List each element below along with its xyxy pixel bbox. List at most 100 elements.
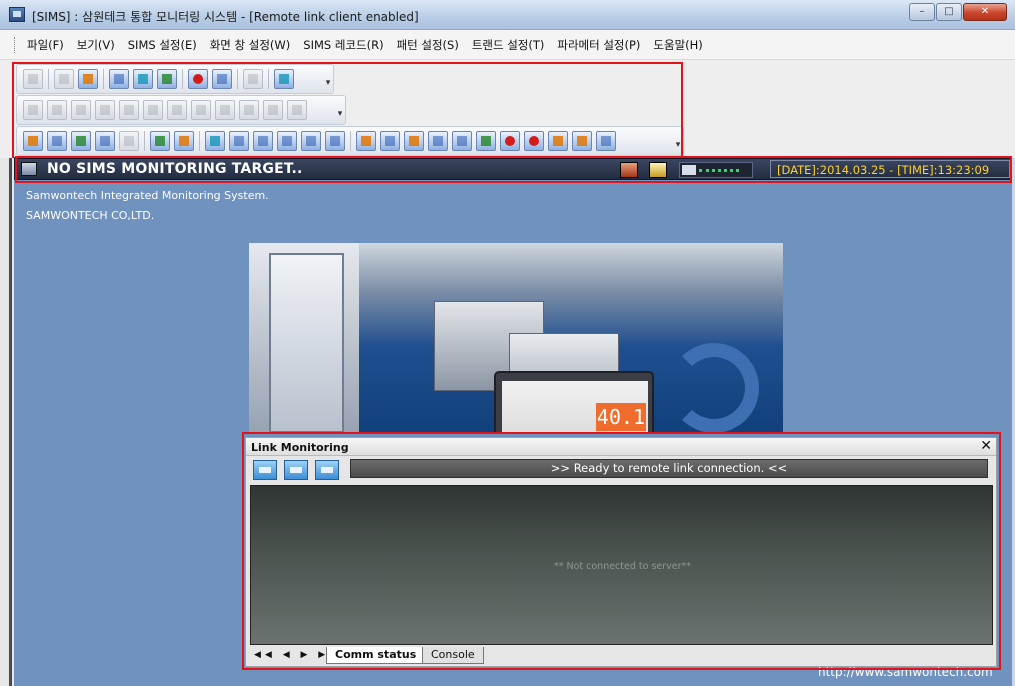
disconnect-button[interactable] — [284, 460, 308, 480]
bar-chart-icon[interactable] — [78, 69, 98, 89]
hero-controller-value: 40.1 — [596, 403, 646, 431]
circular-arrow-icon — [669, 343, 759, 433]
text-icon[interactable] — [212, 69, 232, 89]
excel-icon[interactable] — [71, 131, 91, 151]
record-icon[interactable] — [188, 69, 208, 89]
toolbar-separator — [237, 69, 238, 89]
menu-parameter-settings[interactable]: 파라메터 설정(P) — [557, 37, 640, 53]
frame-icon[interactable] — [428, 131, 448, 151]
sweep-icon[interactable] — [356, 131, 376, 151]
company-tagline: Samwontech Integrated Monitoring System. — [26, 189, 269, 202]
copy-icon[interactable] — [54, 69, 74, 89]
monitor-icon[interactable] — [133, 69, 153, 89]
product-hero-image: 40.1 — [249, 243, 783, 433]
settings-button[interactable] — [315, 460, 339, 480]
monitoring-target-title: NO SIMS MONITORING TARGET.. — [47, 161, 303, 177]
tab-comm-status[interactable]: Comm status — [326, 647, 426, 664]
connect-button[interactable] — [253, 460, 277, 480]
window-controls: – □ ✕ — [908, 3, 1007, 21]
chevron-down-icon[interactable]: ▾ — [673, 128, 683, 154]
maximize-button[interactable]: □ — [936, 3, 962, 21]
camera-icon[interactable] — [150, 131, 170, 151]
company-name: SAMWONTECH CO,LTD. — [26, 209, 155, 222]
toolbar-row-1: ▾ — [16, 64, 334, 94]
graph-icon[interactable] — [119, 100, 139, 120]
gear-indicator-icon[interactable] — [649, 162, 667, 178]
menu-sims-settings[interactable]: SIMS 설정(E) — [128, 37, 197, 53]
chevron-down-icon[interactable]: ▾ — [323, 66, 333, 92]
rec-indicator-icon[interactable] — [620, 162, 638, 178]
menu-trend-settings[interactable]: 트랜드 설정(T) — [472, 37, 545, 53]
print-preview-icon[interactable] — [71, 100, 91, 120]
edit-icon[interactable] — [191, 100, 211, 120]
zoom-window-icon[interactable] — [229, 131, 249, 151]
menu-window-settings[interactable]: 화면 창 설정(W) — [210, 37, 291, 53]
chevron-down-icon[interactable]: ▾ — [335, 97, 345, 123]
list-icon[interactable] — [23, 100, 43, 120]
close-icon[interactable]: ✕ — [980, 438, 992, 454]
tab-console[interactable]: Console — [422, 647, 484, 664]
search-doc-icon[interactable] — [215, 100, 235, 120]
print-icon[interactable] — [239, 100, 259, 120]
datetime-display: [DATE]:2014.03.25 - [TIME]:13:23:09 — [770, 160, 1010, 178]
all-icon[interactable] — [596, 131, 616, 151]
zoom-out-icon[interactable] — [325, 131, 345, 151]
bars-icon[interactable] — [143, 100, 163, 120]
menu-view[interactable]: 보기(V) — [77, 37, 115, 53]
monitor-status-icon — [21, 162, 37, 176]
clock-square-icon[interactable] — [500, 131, 520, 151]
doc-icon[interactable] — [253, 131, 273, 151]
menu-sims-record[interactable]: SIMS 레코드(R) — [303, 37, 383, 53]
hero-cabinet — [269, 253, 344, 433]
frame2-icon[interactable] — [452, 131, 472, 151]
open-folder-icon[interactable] — [23, 131, 43, 151]
grid-icon[interactable] — [404, 131, 424, 151]
toolbar-area: ▾ ▾ ▾ — [0, 60, 1015, 158]
hero-controller-screen: 40.1 — [502, 381, 648, 433]
calc-icon[interactable] — [95, 100, 115, 120]
menu-bar: 파일(F) 보기(V) SIMS 설정(E) 화면 창 설정(W) SIMS 레… — [0, 30, 1015, 60]
monitor-grid-icon[interactable] — [109, 69, 129, 89]
link-monitoring-panel: Link Monitoring ✕ >> Ready to remote lin… — [245, 437, 997, 667]
minimize-button[interactable]: – — [909, 3, 935, 21]
save-icon[interactable] — [47, 131, 67, 151]
website-url: http://www.samwontech.com — [818, 665, 993, 679]
menu-pattern-settings[interactable]: 패턴 설정(S) — [397, 37, 459, 53]
left-splitter[interactable] — [0, 158, 14, 686]
list-color-icon[interactable] — [572, 131, 592, 151]
binoculars-icon[interactable] — [277, 131, 297, 151]
menu-grip[interactable] — [14, 36, 17, 53]
bar-color-icon[interactable] — [548, 131, 568, 151]
clock-square2-icon[interactable] — [524, 131, 544, 151]
wave-chart-icon[interactable] — [157, 69, 177, 89]
link-monitoring-toolbar: >> Ready to remote link connection. << — [246, 457, 996, 483]
close-button[interactable]: ✕ — [963, 3, 1007, 21]
app-icon[interactable] — [9, 7, 25, 22]
globe-icon[interactable] — [263, 100, 283, 120]
toolbar-separator — [182, 69, 183, 89]
edit-doc-icon[interactable] — [95, 131, 115, 151]
rss-icon[interactable] — [287, 100, 307, 120]
link-console-output[interactable]: ** Not connected to server** — [250, 485, 993, 645]
hero-controller: 40.1 — [494, 371, 654, 433]
undo-icon[interactable] — [205, 131, 225, 151]
toolbar-separator — [103, 69, 104, 89]
chart-icon[interactable] — [167, 100, 187, 120]
link-monitoring-title-bar: Link Monitoring ✕ — [246, 438, 996, 456]
toolbar-separator — [144, 131, 145, 151]
link-icon[interactable] — [476, 131, 496, 151]
toolbar-row-2: ▾ — [16, 95, 346, 125]
clock-icon[interactable] — [47, 100, 67, 120]
signal-icon[interactable] — [380, 131, 400, 151]
export-icon[interactable] — [119, 131, 139, 151]
zoom-in-icon[interactable] — [301, 131, 321, 151]
menu-file[interactable]: 파일(F) — [27, 37, 64, 53]
tag-icon[interactable] — [243, 69, 263, 89]
toolbar-separator — [350, 131, 351, 151]
console-message: ** Not connected to server** — [553, 561, 692, 572]
window-title: [SIMS] : 삼원테크 통합 모니터링 시스템 - [Remote link… — [32, 10, 419, 24]
help-icon[interactable] — [274, 69, 294, 89]
menu-help[interactable]: 도움말(H) — [653, 37, 702, 53]
layout-icon[interactable] — [23, 69, 43, 89]
folder-icon[interactable] — [174, 131, 194, 151]
